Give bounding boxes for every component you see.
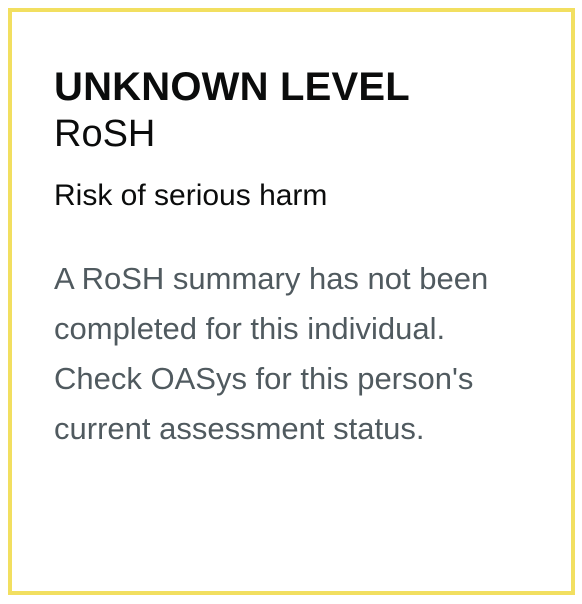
risk-level-heading: UNKNOWN LEVEL [54, 65, 410, 109]
rosh-risk-card: UNKNOWN LEVEL RoSH Risk of serious harm … [8, 8, 575, 595]
risk-type-label: RoSH [54, 113, 156, 155]
risk-description: Risk of serious harm [54, 179, 328, 212]
risk-summary-message: A RoSH summary has not been completed fo… [54, 261, 489, 446]
